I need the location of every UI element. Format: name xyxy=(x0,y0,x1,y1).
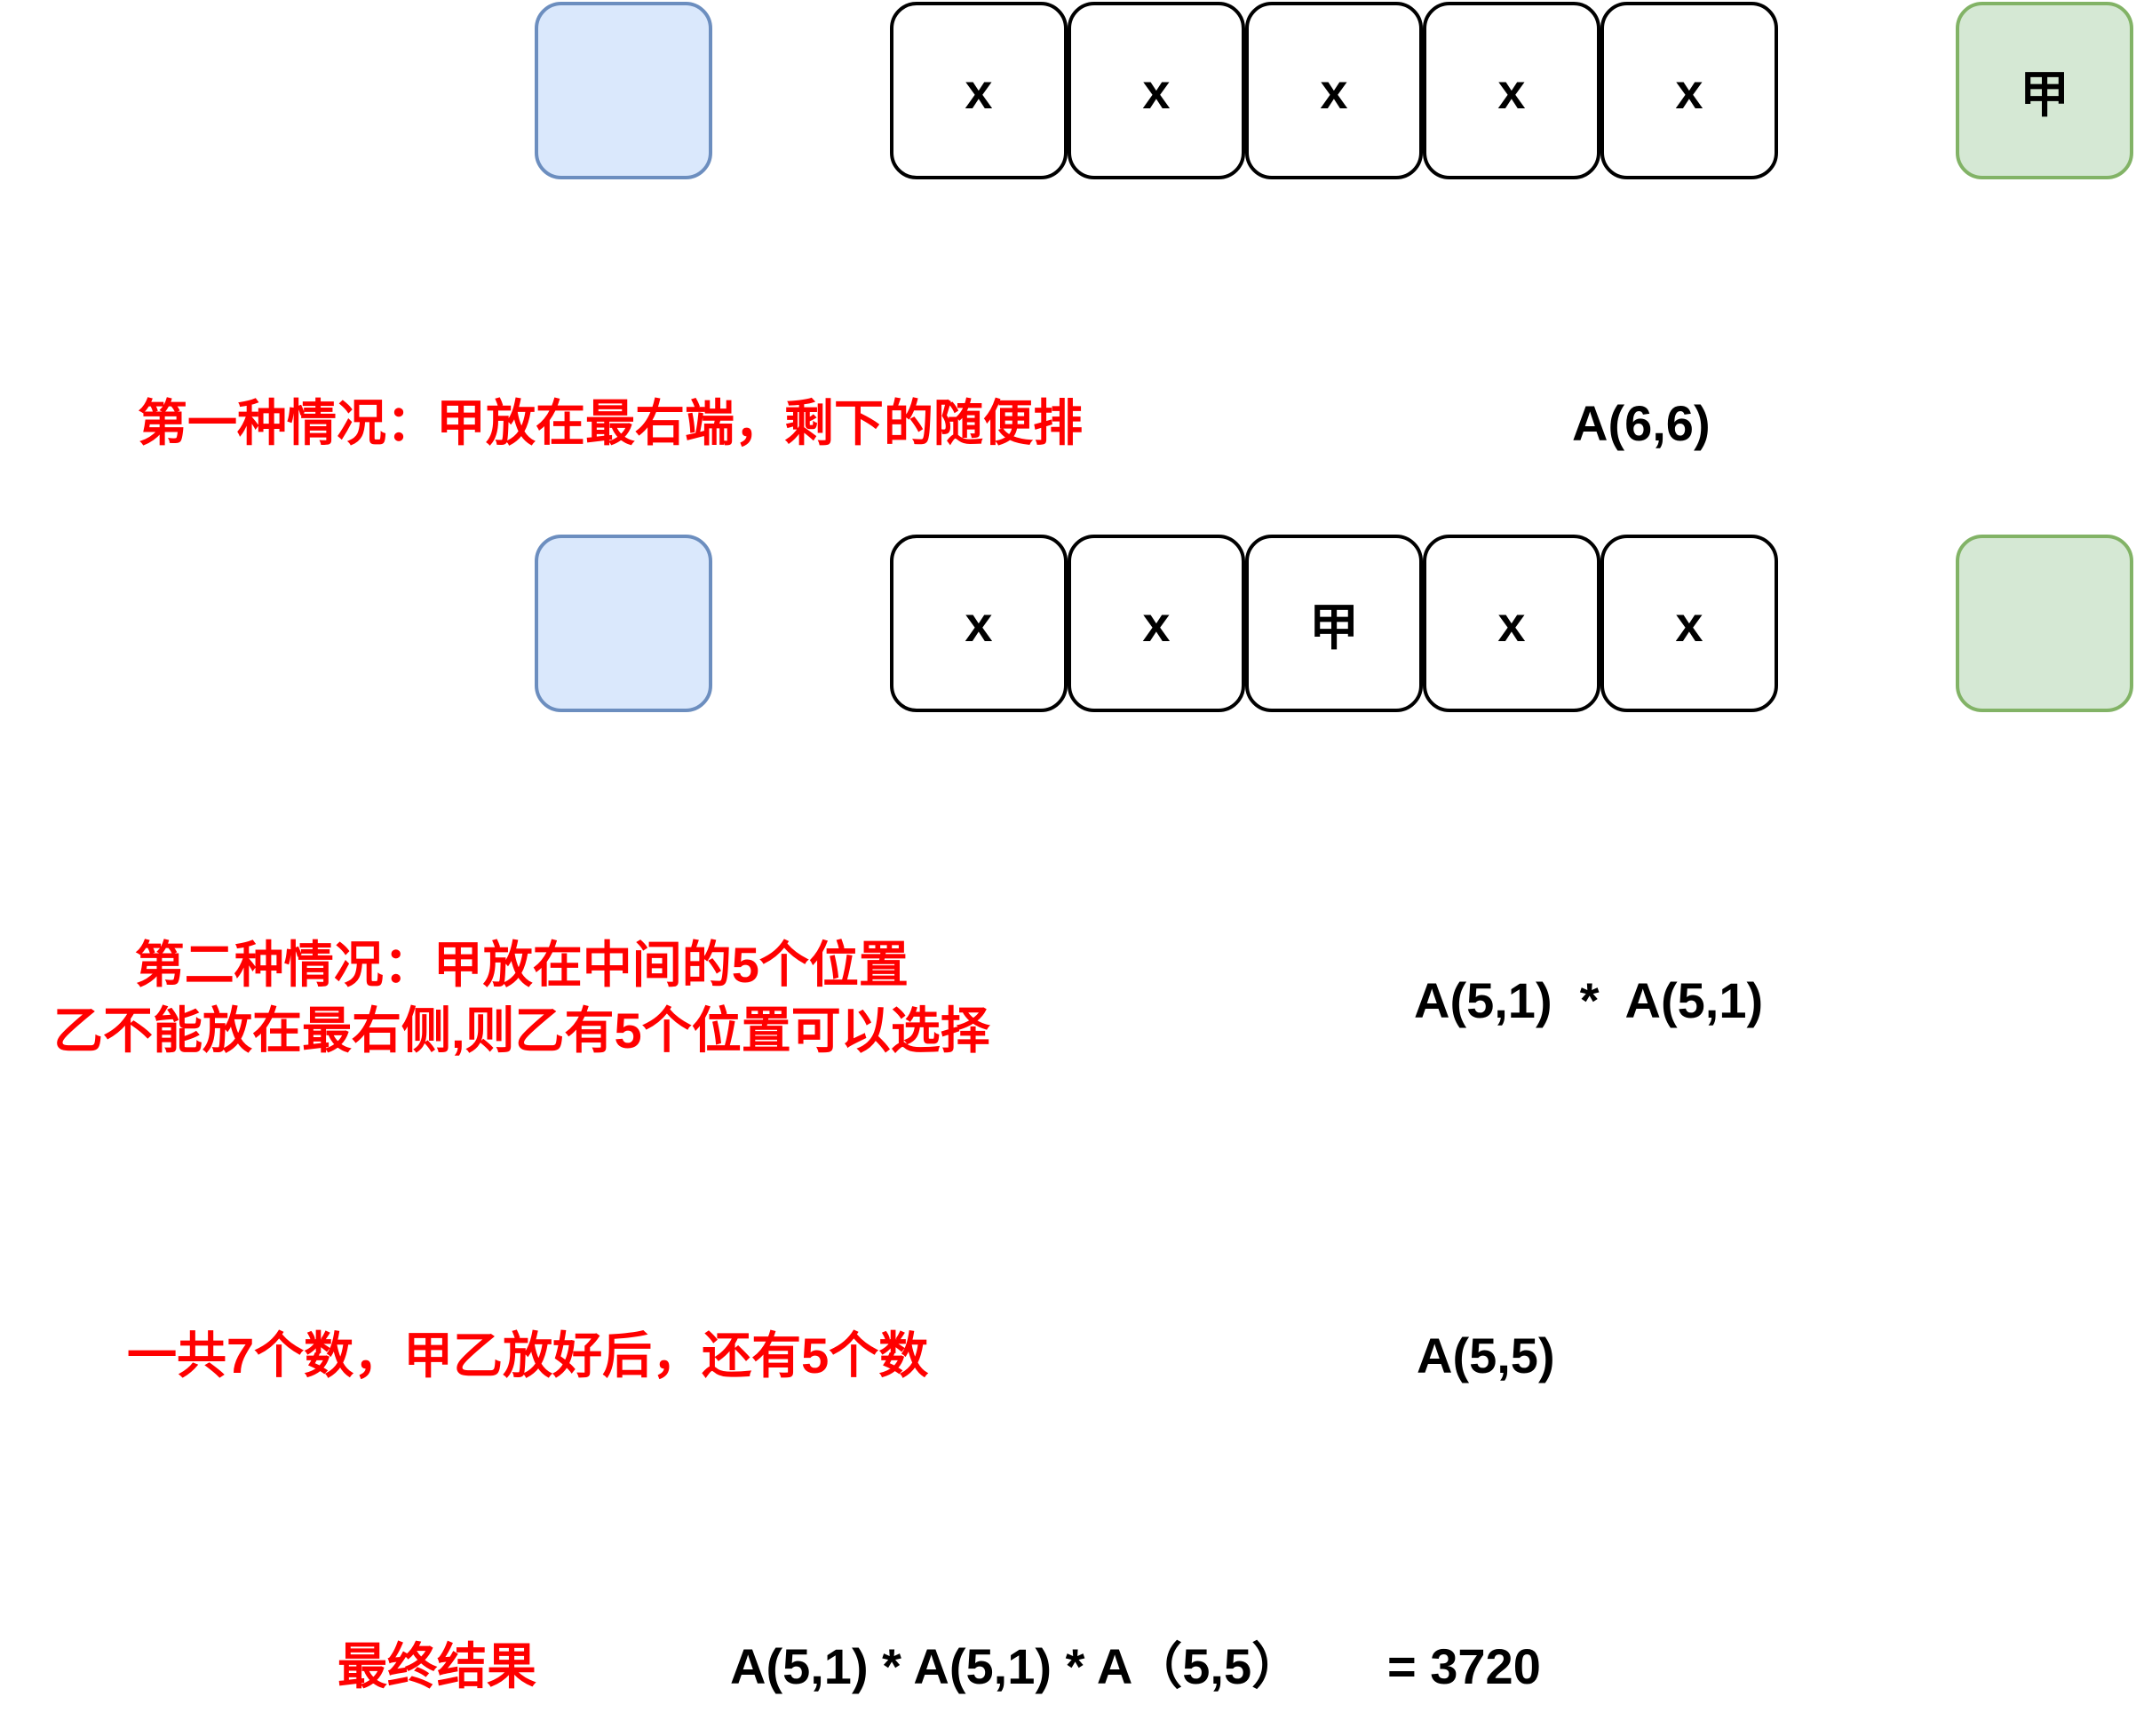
row2-cell-2: x xyxy=(1068,535,1245,712)
result-label: 最终结果 xyxy=(337,1638,536,1694)
row1-cell-5: x xyxy=(1600,2,1778,179)
result-formula: A(5,1) * A(5,1) * A（5,5） xyxy=(730,1638,1302,1694)
row1-left-box xyxy=(535,2,712,179)
row2-left-box xyxy=(535,535,712,712)
row2-cell-4: x xyxy=(1423,535,1600,712)
case2-formula: A(5,1) * A(5,1) xyxy=(1414,972,1764,1028)
case2-text: 第二种情况：甲放在中间的5个位置 乙不能放在最右侧,则乙有5个位置可以选择 xyxy=(53,932,990,1064)
row1-cell-3: x xyxy=(1245,2,1423,179)
case3-formula: A(5,5) xyxy=(1417,1328,1555,1383)
row1-cell-1: x xyxy=(890,2,1068,179)
row2-cell-1: x xyxy=(890,535,1068,712)
case1-text: 第一种情况：甲放在最右端，剩下的随便排 xyxy=(138,395,1083,451)
row1-right-box: 甲 xyxy=(1956,2,2133,179)
result-value: = 3720 xyxy=(1387,1638,1541,1694)
row1-cell-4: x xyxy=(1423,2,1600,179)
row2-cell-5: x xyxy=(1600,535,1778,712)
row2-cell-3: 甲 xyxy=(1245,535,1423,712)
row2-right-box xyxy=(1956,535,2133,712)
case3-text: 一共7个数，甲乙放好后，还有5个数 xyxy=(127,1328,929,1383)
case2-line1: 第二种情况：甲放在中间的5个位置 xyxy=(134,937,909,993)
case1-formula: A(6,6) xyxy=(1572,395,1711,451)
row1-cell-2: x xyxy=(1068,2,1245,179)
case2-line2: 乙不能放在最右侧,则乙有5个位置可以选择 xyxy=(53,1003,990,1058)
